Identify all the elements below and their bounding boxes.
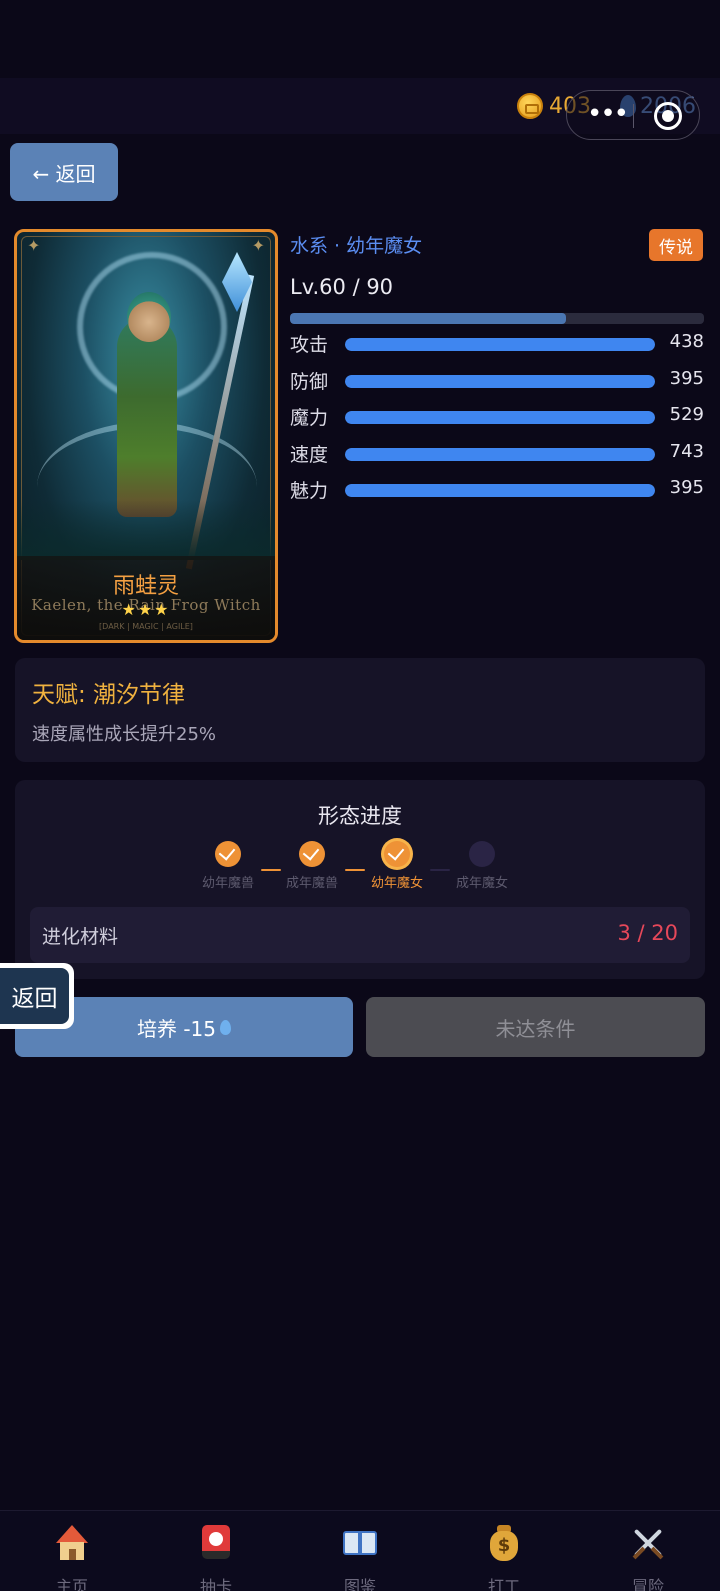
stat-bar-fill <box>345 375 655 388</box>
stat-row-defense: 防御 395 <box>290 367 704 397</box>
stat-bar <box>345 338 655 351</box>
card-draw-icon <box>198 1525 234 1561</box>
tab-collection[interactable]: 图鉴 <box>288 1511 432 1591</box>
form-progress-panel: 形态进度 幼年魔兽 成年魔兽 幼年魔女 成年魔女 进化材料 3 / 20 <box>15 780 705 979</box>
stat-row-magic: 魔力 529 <box>290 403 704 433</box>
floating-back-label: 返回 <box>0 968 69 1024</box>
character-card: ✦ ✦ 雨蛙灵 Kaelen, the Rain Frog Witch ★★★ … <box>14 229 278 643</box>
material-count: 3 / 20 <box>617 921 678 945</box>
level-progress-fill <box>290 313 566 324</box>
stat-label: 魅力 <box>290 480 329 502</box>
check-icon <box>384 841 410 867</box>
tab-home[interactable]: 主页 <box>0 1511 144 1591</box>
card-name-plate: 雨蛙灵 Kaelen, the Rain Frog Witch ★★★ [DAR… <box>17 556 275 640</box>
form-progress-title: 形态进度 <box>318 804 402 828</box>
stage-label: 成年魔兽 <box>285 876 338 891</box>
home-icon <box>54 1525 90 1561</box>
more-icon[interactable]: ••• <box>587 99 629 129</box>
rarity-badge: 传说 <box>649 229 703 261</box>
stat-row-charm: 魅力 395 <box>290 476 704 506</box>
stage-label: 成年魔女 <box>455 876 508 891</box>
floating-back-button[interactable]: 返回 <box>0 963 74 1029</box>
stat-value: 743 <box>669 441 704 462</box>
tab-label: 冒险 <box>631 1577 664 1591</box>
check-icon <box>215 841 241 867</box>
stage-label: 幼年魔兽 <box>201 876 254 891</box>
stat-bar <box>345 484 655 497</box>
level-text: Lv.60 / 90 <box>290 275 394 299</box>
element-type-line: 水系 · 幼年魔女 <box>290 235 423 257</box>
stat-label: 速度 <box>290 444 329 466</box>
stat-label: 魔力 <box>290 407 329 429</box>
tab-label: 图鉴 <box>343 1577 376 1591</box>
money-bag-icon: $ <box>486 1525 522 1561</box>
stat-value: 395 <box>669 368 704 389</box>
evolution-material-row: 进化材料 3 / 20 <box>30 907 690 963</box>
stat-label: 攻击 <box>290 334 329 356</box>
stage-item: 成年魔女 <box>437 841 527 891</box>
crossed-swords-icon <box>630 1525 666 1561</box>
stat-bar-fill <box>345 411 655 424</box>
talent-title: 天赋: 潮汐节律 <box>32 682 186 708</box>
tab-adventure[interactable]: 冒险 <box>576 1511 720 1591</box>
stat-row-attack: 攻击 438 <box>290 330 704 360</box>
card-corner-ornament-icon: ✦ <box>251 236 265 255</box>
bottom-tab-bar: 主页 抽卡 图鉴 $ 打工 冒险 <box>0 1510 720 1591</box>
tab-label: 主页 <box>55 1577 88 1591</box>
stage-item-current: 幼年魔女 <box>352 841 442 891</box>
talent-description: 速度属性成长提升25% <box>32 724 217 745</box>
back-button[interactable]: ← 返回 <box>10 143 118 201</box>
card-tags: [DARK | MAGIC | AGILE] <box>99 622 193 631</box>
rarity-badge-label: 传说 <box>659 237 693 258</box>
rarity-stars: ★★★ <box>121 600 171 619</box>
close-target-icon[interactable] <box>654 102 682 130</box>
stat-value: 438 <box>669 331 704 352</box>
stat-bar-fill <box>345 448 655 461</box>
water-drop-icon <box>220 1019 232 1035</box>
stat-bar <box>345 375 655 388</box>
stat-bar <box>345 448 655 461</box>
stat-value: 395 <box>669 477 704 498</box>
stat-bar <box>345 411 655 424</box>
tab-work[interactable]: $ 打工 <box>432 1511 576 1591</box>
material-label: 进化材料 <box>42 926 119 948</box>
coin-icon <box>517 93 543 119</box>
stat-row-speed: 速度 743 <box>290 440 704 470</box>
level-progress-bar <box>290 313 704 324</box>
pending-dot-icon <box>469 841 495 867</box>
book-icon <box>342 1525 378 1561</box>
train-button-label: 培养 -15 <box>136 1016 217 1041</box>
tab-label: 抽卡 <box>199 1577 232 1591</box>
evolve-button-label: 未达条件 <box>495 1016 576 1041</box>
miniprogram-capsule: ••• <box>566 90 700 140</box>
card-corner-ornament-icon: ✦ <box>27 236 41 255</box>
tab-label: 打工 <box>487 1577 520 1591</box>
back-button-label: ← 返回 <box>32 161 96 186</box>
stat-label: 防御 <box>290 371 329 393</box>
stage-item: 成年魔兽 <box>267 841 357 891</box>
tab-draw[interactable]: 抽卡 <box>144 1511 288 1591</box>
stat-bar-fill <box>345 484 655 497</box>
capsule-divider <box>633 104 634 128</box>
stat-value: 529 <box>669 404 704 425</box>
evolve-button[interactable]: 未达条件 <box>366 997 705 1057</box>
check-icon <box>299 841 325 867</box>
stage-item: 幼年魔兽 <box>183 841 273 891</box>
stage-label: 幼年魔女 <box>370 876 423 891</box>
stat-bar-fill <box>345 338 655 351</box>
card-art-figure <box>117 317 177 517</box>
card-art-reef <box>17 500 275 560</box>
card-art-figure-head <box>127 292 171 342</box>
talent-panel: 天赋: 潮汐节律 速度属性成长提升25% <box>15 658 705 762</box>
